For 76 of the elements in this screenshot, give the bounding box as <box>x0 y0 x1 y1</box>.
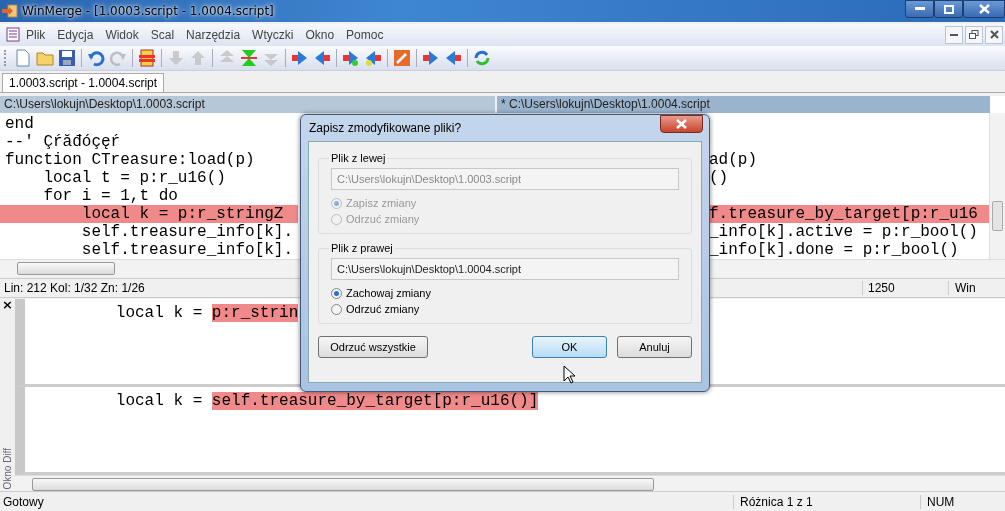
code-line: for i = 1,t do <box>42 187 179 206</box>
menu-item[interactable]: Widok <box>99 27 145 42</box>
radio-button[interactable] <box>331 303 342 315</box>
group-label: Plik z prawej <box>330 242 394 254</box>
code-line: function CTreasure:load(p) <box>4 151 256 170</box>
minimize-icon <box>914 7 925 11</box>
menu-item[interactable]: Plik <box>20 27 52 42</box>
toolbar-button[interactable] <box>136 46 158 69</box>
columns-icon <box>138 48 156 67</box>
status-text: Gotowy <box>2 494 45 509</box>
code-line: _info[k].done = p:r_bool() <box>709 241 960 260</box>
difference-count: Różnica 1 z 1 <box>733 494 920 509</box>
undo-icon <box>87 48 105 67</box>
minimize-icon <box>950 33 958 36</box>
restore-button[interactable] <box>965 25 983 44</box>
code-line: () <box>709 169 730 188</box>
document-tab[interactable]: 1.0003.script - 1.0004.script <box>2 73 165 93</box>
close-icon <box>676 119 687 129</box>
code-line: --' Çŕăđóçęŕ <box>4 133 122 152</box>
menu-item[interactable]: Pomoc <box>340 27 390 42</box>
dialog-button[interactable]: OK <box>532 336 607 358</box>
code-line: ad(p) <box>709 151 758 170</box>
dialog-button[interactable]: Odrzuć wszystkie <box>318 336 428 358</box>
menu-item[interactable]: Wtyczki <box>246 27 300 42</box>
app-icon <box>2 3 18 18</box>
minimize-button[interactable] <box>905 0 934 18</box>
right-arrow-icon <box>342 48 360 67</box>
close-icon <box>989 30 999 40</box>
file-path-header: C:\Users\lokujn\Desktop\1.0003.script <box>0 96 495 114</box>
radio-option[interactable]: Odrzuć zmiany <box>331 301 679 317</box>
num-lock-indicator: NUM <box>920 494 955 509</box>
menu-item[interactable]: Edycja <box>51 27 100 42</box>
path-field[interactable]: C:\Users\lokujn\Desktop\1.0004.script <box>331 258 679 280</box>
restore-icon <box>969 30 979 40</box>
horizontal-scrollbar[interactable] <box>15 475 1005 492</box>
menu-item[interactable]: Scal <box>144 27 181 42</box>
close-button[interactable] <box>963 0 1005 18</box>
down-arrow-icon <box>167 48 185 67</box>
pointer-cursor-icon <box>563 365 575 384</box>
left-arrow-icon <box>364 48 382 67</box>
code-line: self.treasure_info[k]. <box>80 223 295 242</box>
code-line: end <box>4 115 35 134</box>
close-button[interactable]: × <box>2 299 13 312</box>
document-icon <box>14 48 32 67</box>
refresh-icon <box>473 48 491 67</box>
code-line: local k = self.treasure_by_target[p:r_u16()] <box>114 392 539 411</box>
up-arrow-icon <box>189 48 207 67</box>
window-title: WinMerge - [1.0003.script - 1.0004.script] <box>22 3 274 18</box>
save-icon <box>58 48 76 67</box>
code-line: _info[k].active = p:r_bool() <box>709 223 979 242</box>
close-button[interactable] <box>660 115 703 133</box>
file-path-header: * C:\Users\lokujn\Desktop\1.0004.script <box>497 96 990 114</box>
dialog-button[interactable]: Anuluj <box>617 336 692 358</box>
cursor-position: Lin: 212 Kol: 1/32 Zn: 1/26 <box>4 281 145 296</box>
radio-button[interactable] <box>331 287 342 299</box>
dialog-title: Zapisz zmodyfikowane pliki? <box>309 121 462 135</box>
eol-text: Win <box>948 281 1005 296</box>
maximize-icon <box>943 4 954 14</box>
maximize-button[interactable] <box>934 0 963 18</box>
right-arrow-icon <box>291 48 309 67</box>
hourglass-icon <box>240 48 258 67</box>
code-line: self.treasure_info[k]. <box>80 241 295 260</box>
radio-option[interactable]: Zachowaj zmiany <box>331 285 679 301</box>
menu-item[interactable]: Narzędzia <box>180 27 247 42</box>
vertical-scrollbar[interactable] <box>989 113 1005 260</box>
panel-title: Okno Diff <box>2 447 13 490</box>
code-line: local t = p:r_u16() <box>42 169 227 188</box>
code-line: local k = p:r_strin <box>114 304 299 323</box>
group-label: Plik z lewej <box>330 152 387 164</box>
left-arrow-icon <box>444 48 462 67</box>
close-icon <box>978 4 990 14</box>
document-menu-icon[interactable] <box>6 27 20 43</box>
right-arrow-icon <box>422 48 440 67</box>
left-arrow-icon <box>313 48 331 67</box>
menu-item[interactable]: Okno <box>299 27 341 42</box>
codepage-text: 1250 <box>862 281 948 296</box>
